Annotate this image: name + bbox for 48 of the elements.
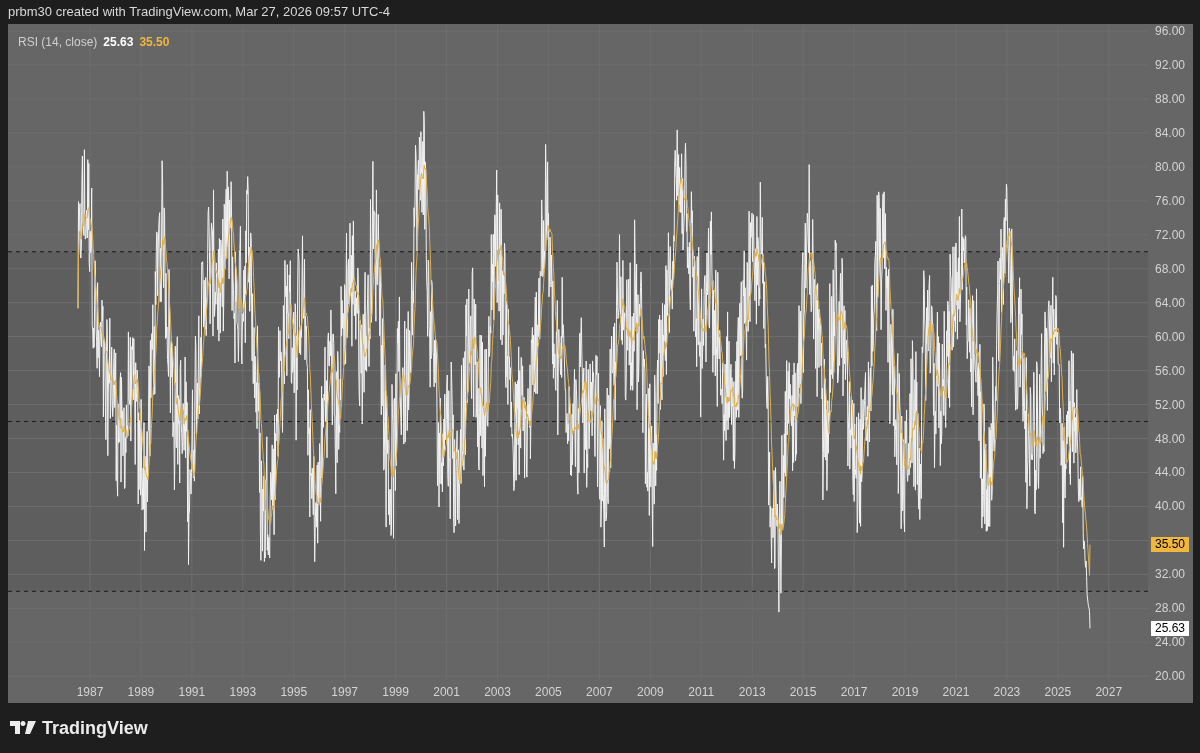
- x-axis-label: 2027: [1094, 685, 1124, 699]
- x-axis-label: 2013: [737, 685, 767, 699]
- x-axis-label: 2011: [687, 685, 716, 699]
- x-axis-label: 1987: [75, 685, 105, 699]
- y-axis-label: 80.00: [1154, 159, 1185, 174]
- price-label: 35.50: [1150, 537, 1189, 553]
- x-axis-label: 2005: [534, 685, 563, 699]
- y-axis-label: 28.00: [1154, 601, 1185, 616]
- indicator-label: RSI (14, close): [18, 34, 98, 51]
- y-axis-label: 96.00: [1154, 24, 1185, 38]
- x-axis-label: 2023: [992, 685, 1022, 699]
- x-axis-label: 1993: [228, 685, 258, 699]
- ma-value: 35.50: [139, 34, 170, 51]
- y-axis-label: 32.00: [1154, 567, 1185, 582]
- y-axis-label: 84.00: [1154, 125, 1185, 140]
- y-axis-label: 64.00: [1154, 295, 1185, 310]
- x-axis-label: 2009: [635, 685, 665, 699]
- y-axis-label: 48.00: [1154, 431, 1185, 446]
- x-axis-label: 1989: [126, 685, 156, 699]
- y-axis-label: 76.00: [1154, 193, 1185, 208]
- y-axis-label: 20.00: [1154, 669, 1185, 684]
- brand-name: TradingView: [42, 716, 148, 740]
- y-axis-label: 88.00: [1154, 91, 1185, 106]
- logo-icon: [10, 721, 36, 735]
- x-axis-label: 1995: [279, 685, 309, 699]
- x-axis-label: 2007: [585, 685, 614, 699]
- y-axis-label: 68.00: [1154, 261, 1185, 276]
- y-axis-label: 72.00: [1154, 227, 1185, 242]
- x-axis-label: 2003: [483, 685, 512, 699]
- y-axis-label: 92.00: [1154, 57, 1185, 72]
- y-axis-label: 40.00: [1154, 499, 1185, 514]
- x-axis-label: 2025: [1043, 685, 1073, 699]
- rsi-value: 25.63: [103, 34, 134, 51]
- attribution-text: prbm30 created with TradingView.com, Mar 27, 2026 09:57 UTC-4: [8, 3, 390, 22]
- y-axis-label: 24.00: [1154, 635, 1185, 650]
- price-label: 25.63: [1150, 620, 1189, 636]
- y-axis-label: 44.00: [1154, 465, 1185, 480]
- x-axis-label: 1997: [330, 685, 360, 699]
- x-axis-label: 2017: [839, 685, 869, 699]
- x-axis-label: 2015: [788, 685, 818, 699]
- y-axis-label: 52.00: [1154, 397, 1185, 412]
- x-axis-label: 2021: [941, 685, 971, 699]
- y-axis-label: 60.00: [1154, 329, 1185, 344]
- y-axis-label: 56.00: [1154, 363, 1185, 378]
- x-axis-label: 2019: [890, 685, 920, 699]
- x-axis-label: 2001: [432, 685, 461, 699]
- x-axis-label: 1999: [381, 685, 410, 699]
- x-axis-label: 1991: [177, 685, 207, 699]
